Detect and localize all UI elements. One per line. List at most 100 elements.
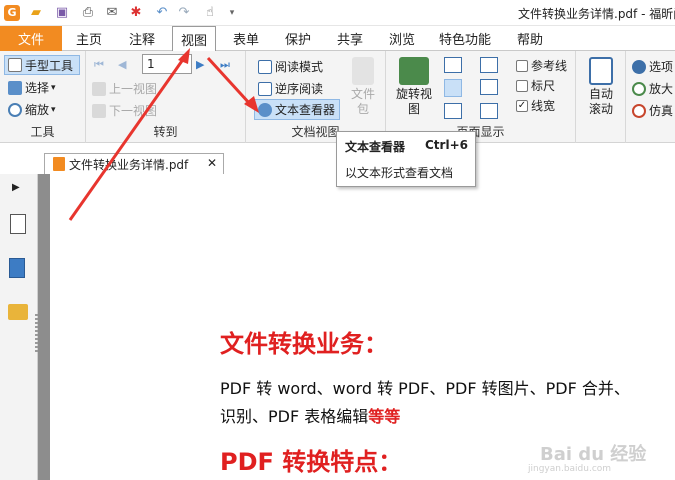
auto-scroll-label: 自动滚动 xyxy=(588,87,613,116)
next-view-button[interactable]: 下一视图 xyxy=(92,102,157,119)
facing-page-icon[interactable] xyxy=(480,57,498,73)
prev-view-icon xyxy=(92,81,106,96)
last-page-icon[interactable]: ⏭ xyxy=(220,58,230,72)
group-autoscroll: 自动滚动 xyxy=(576,51,626,143)
auto-scroll-button[interactable]: 自动滚动 xyxy=(582,57,620,117)
paragraph-line-2: 识别、PDF 表格编辑等等 xyxy=(220,403,400,427)
group-docview: 阅读模式 逆序阅读 文本查看器 文件包 文档视图 xyxy=(246,51,386,143)
watermark-brand: Bai du 经验 xyxy=(540,444,647,465)
rotate-view-label: 旋转视图 xyxy=(395,87,432,116)
cover-page-icon[interactable] xyxy=(480,103,498,119)
tab-comment[interactable]: 注释 xyxy=(120,26,164,51)
pdf-file-icon xyxy=(53,157,65,171)
read-mode-label: 阅读模式 xyxy=(275,60,324,74)
menu-bar: 文件 主页 注释 视图 表单 保护 共享 浏览 特色功能 帮助 xyxy=(0,26,675,52)
heading-pdf-features: PDF 转换特点： xyxy=(220,448,403,476)
first-page-icon[interactable]: ⏮ xyxy=(94,58,104,72)
select-option-icon xyxy=(632,59,646,74)
tab-browse[interactable]: 浏览 xyxy=(380,26,424,51)
select-option-button[interactable]: 选项 xyxy=(632,58,673,75)
tab-view[interactable]: 视图 xyxy=(172,26,216,52)
tooltip-title: 文本查看器 xyxy=(345,140,406,154)
file-package-label: 文件包 xyxy=(350,87,375,116)
hand-tool-label: 手型工具 xyxy=(25,58,74,73)
zoom-button[interactable]: 缩放 ▾ xyxy=(8,101,56,118)
guides-checkbox[interactable]: 参考线 xyxy=(516,57,567,74)
email-icon[interactable]: ✉ xyxy=(104,5,120,21)
zoom-icon xyxy=(8,102,22,117)
prev-page-icon[interactable]: ◀ xyxy=(118,58,126,71)
page-layout-icon[interactable] xyxy=(444,103,462,119)
heading-file-conversion: 文件转换业务： xyxy=(220,330,388,358)
line-weight-checkbox[interactable]: ✓ 线宽 xyxy=(516,97,555,114)
page-gutter xyxy=(38,174,50,480)
watermark-url: jingyan.baidu.com xyxy=(528,464,612,474)
tab-help[interactable]: 帮助 xyxy=(508,26,552,51)
print-icon[interactable]: ⎙ xyxy=(80,5,96,21)
next-view-icon xyxy=(92,103,106,118)
file-menu[interactable]: 文件 xyxy=(0,26,62,51)
customize-dropdown-icon[interactable]: ▾ xyxy=(224,5,240,21)
ruler-checkbox[interactable]: 标尺 xyxy=(516,77,555,94)
page-thumbnails-icon[interactable] xyxy=(9,258,25,278)
close-tab-icon[interactable]: ✕ xyxy=(207,156,217,170)
continuous-facing-icon[interactable] xyxy=(480,79,498,95)
group-pagedisplay: 旋转视图 参考线 标尺 ✓ 线宽 页面显示 xyxy=(386,51,576,143)
bookmark-page-icon[interactable] xyxy=(10,214,26,234)
tab-form[interactable]: 表单 xyxy=(224,26,268,51)
next-view-label: 下一视图 xyxy=(109,104,158,118)
continuous-page-icon[interactable] xyxy=(444,79,462,97)
redo-icon[interactable]: ↷ xyxy=(176,5,192,21)
file-package-icon xyxy=(352,57,374,85)
reverse-read-label: 逆序阅读 xyxy=(275,82,324,96)
hand-icon xyxy=(8,58,22,72)
zoom-label: 缩放 xyxy=(25,103,50,117)
hand-tool-icon[interactable]: ☝ xyxy=(202,5,218,21)
text-viewer-button[interactable]: 文本查看器 xyxy=(254,99,340,120)
guides-box xyxy=(516,59,528,72)
prev-view-button[interactable]: 上一视图 xyxy=(92,80,157,97)
ruler-label: 标尺 xyxy=(531,79,556,93)
rotate-view-button[interactable]: 旋转视图 xyxy=(394,57,434,117)
select-label: 选择 xyxy=(25,81,50,95)
auto-scroll-icon xyxy=(589,57,613,85)
text-viewer-label: 文本查看器 xyxy=(275,103,336,117)
ribbon: 手型工具 选择▾ 缩放▾ 工具 ⏮ ◀ 1 ▶ ⏭ 上一视图 下一视图 转到 xyxy=(0,51,675,143)
left-navigation-panel: ▶ xyxy=(0,174,38,480)
reverse-read-button[interactable]: 逆序阅读 xyxy=(258,80,323,97)
emulate-button[interactable]: 仿真 xyxy=(632,102,673,119)
read-mode-button[interactable]: 阅读模式 xyxy=(258,58,323,75)
tab-share[interactable]: 共享 xyxy=(328,26,372,51)
new-doc-icon[interactable]: ✱ xyxy=(128,5,144,21)
guides-label: 参考线 xyxy=(531,59,568,73)
title-bar: G ▰ ▣ ⎙ ✉ ✱ ↶ ↷ ☝ ▾ 文件转换业务详情.pdf - 福昕阅 xyxy=(0,0,675,26)
emulate-label: 仿真 xyxy=(649,104,674,118)
tab-protect[interactable]: 保护 xyxy=(276,26,320,51)
hand-tool-button[interactable]: 手型工具 xyxy=(4,55,80,75)
select-button[interactable]: 选择 ▾ xyxy=(8,79,56,96)
app-logo-icon: G xyxy=(4,5,20,21)
group-goto: ⏮ ◀ 1 ▶ ⏭ 上一视图 下一视图 转到 xyxy=(86,51,246,143)
magnify-icon xyxy=(632,81,646,96)
open-folder-icon[interactable]: ▰ xyxy=(28,5,44,21)
text-viewer-icon xyxy=(258,102,272,117)
paragraph-line-2-text: 识别、PDF 表格编辑 xyxy=(220,407,369,426)
expand-panel-icon[interactable]: ▶ xyxy=(12,182,20,193)
undo-icon[interactable]: ↶ xyxy=(154,5,170,21)
magnify-button[interactable]: 放大 xyxy=(632,80,673,97)
paragraph-line-1: PDF 转 word、word 转 PDF、PDF 转图片、PDF 合并、 xyxy=(220,379,630,398)
ruler-box xyxy=(516,79,528,92)
rotate-view-icon xyxy=(399,57,429,85)
comments-icon[interactable] xyxy=(8,304,28,320)
group-goto-label: 转到 xyxy=(153,125,178,139)
file-package-button[interactable]: 文件包 xyxy=(346,57,380,117)
document-tab[interactable]: 文件转换业务详情.pdf ✕ xyxy=(44,153,224,174)
tab-special-features[interactable]: 特色功能 xyxy=(432,26,498,51)
tab-home[interactable]: 主页 xyxy=(67,26,111,51)
document-page: 文件转换业务： PDF 转 word、word 转 PDF、PDF 转图片、PD… xyxy=(50,174,675,480)
save-icon[interactable]: ▣ xyxy=(54,5,70,21)
emulate-icon xyxy=(632,103,646,118)
next-page-icon[interactable]: ▶ xyxy=(196,58,204,71)
page-number-input[interactable]: 1 xyxy=(142,54,192,74)
single-page-icon[interactable] xyxy=(444,57,462,73)
